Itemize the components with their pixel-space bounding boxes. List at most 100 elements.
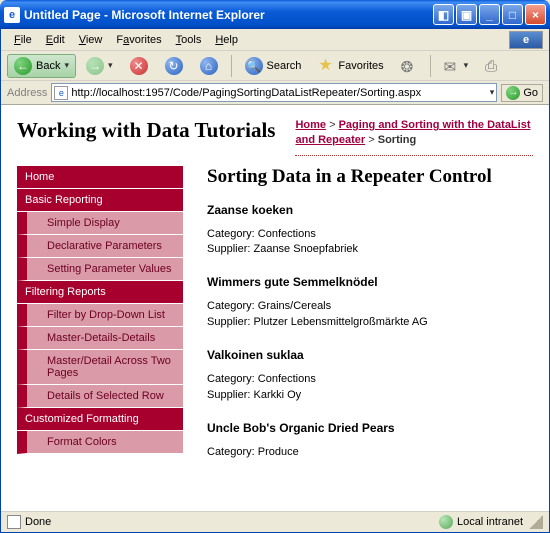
window-title: Untitled Page - Microsoft Internet Explo… [24,8,433,22]
favorites-label: Favorites [338,60,383,72]
breadcrumb-current: Sorting [378,134,417,146]
category-label: Category: [207,373,255,385]
menu-file[interactable]: File [7,32,39,48]
supplier-label: Supplier: [207,316,250,328]
page-content: Working with Data Tutorials Home > Pagin… [1,105,549,511]
address-field[interactable]: e http://localhost:1957/Code/PagingSorti… [51,83,497,102]
sidebar-item-format-colors[interactable]: Format Colors [17,431,183,454]
supplier-label: Supplier: [207,389,250,401]
status-bar: Done Local intranet [1,511,549,531]
maximize-button[interactable]: □ [502,4,523,25]
category-value: Grains/Cereals [258,300,331,312]
address-label: Address [7,87,47,99]
menu-view[interactable]: View [72,32,110,48]
go-label: Go [523,87,538,99]
sidebar-item-customized-formatting[interactable]: Customized Formatting [17,408,183,431]
category-value: Confections [258,228,316,240]
status-text: Done [25,516,51,528]
home-button[interactable]: ⌂ [193,54,225,78]
address-dropdown-icon[interactable]: ▾ [490,87,495,98]
titlebar-extra-button-1[interactable]: ◧ [433,4,454,25]
category-value: Produce [258,446,299,458]
sidebar-item-filtering-reports[interactable]: Filtering Reports [17,281,183,304]
done-icon [7,515,21,529]
refresh-button[interactable]: ↻ [158,54,190,78]
mail-button[interactable]: ✉ ▾ [437,55,476,77]
zone-icon [439,515,453,529]
breadcrumb: Home > Paging and Sorting with the DataL… [295,118,533,156]
sidebar-item-details-selected-row[interactable]: Details of Selected Row [17,385,183,408]
address-bar: Address e http://localhost:1957/Code/Pag… [1,81,549,105]
chevron-down-icon: ▾ [464,60,469,71]
category-label: Category: [207,228,255,240]
search-button[interactable]: 🔍 Search [238,54,309,78]
search-icon: 🔍 [245,57,263,75]
mail-icon: ✉ [444,58,460,74]
site-title: Working with Data Tutorials [17,118,275,156]
menu-favorites[interactable]: Favorites [109,32,168,48]
address-url: http://localhost:1957/Code/PagingSorting… [71,87,421,99]
home-icon: ⌂ [200,57,218,75]
menu-edit[interactable]: Edit [39,32,72,48]
star-icon: ★ [318,58,334,74]
refresh-icon: ↻ [165,57,183,75]
menu-help[interactable]: Help [208,32,245,48]
supplier-value: Karkki Oy [253,389,301,401]
stop-icon: ✕ [130,57,148,75]
menubar: File Edit View Favorites Tools Help e [1,29,549,51]
resize-grip[interactable] [529,515,543,529]
sidebar-item-master-details-details[interactable]: Master-Details-Details [17,327,183,350]
forward-button[interactable]: → ▾ [79,54,120,78]
go-arrow-icon: → [506,86,520,100]
stop-button[interactable]: ✕ [123,54,155,78]
toolbar: ← Back ▾ → ▾ ✕ ↻ ⌂ 🔍 Search ★ Favorites … [1,51,549,81]
sidebar-item-setting-parameter-values[interactable]: Setting Parameter Values [17,258,183,281]
product-name: Zaanse koeken [207,203,529,217]
product-item: Uncle Bob's Organic Dried Pears Category… [207,421,529,460]
sidebar-item-home[interactable]: Home [17,166,183,189]
chevron-down-icon: ▾ [108,60,113,71]
supplier-label: Supplier: [207,243,250,255]
print-button[interactable]: ⎙ [478,55,508,77]
close-button[interactable]: × [525,4,546,25]
product-name: Uncle Bob's Organic Dried Pears [207,421,529,435]
back-label: Back [36,60,60,72]
product-item: Zaanse koeken Category: Confections Supp… [207,203,529,258]
back-arrow-icon: ← [14,57,32,75]
sidebar-item-master-detail-two-pages[interactable]: Master/Detail Across Two Pages [17,350,183,385]
ie-icon: e [4,7,20,23]
titlebar-extra-button-2[interactable]: ▣ [456,4,477,25]
print-icon: ⎙ [485,58,501,74]
sidebar-item-simple-display[interactable]: Simple Display [17,212,183,235]
main-content: Sorting Data in a Repeater Control Zaans… [183,166,549,479]
product-name: Wimmers gute Semmelknödel [207,275,529,289]
page-icon: e [54,86,68,100]
sidebar-item-filter-dropdown[interactable]: Filter by Drop-Down List [17,304,183,327]
category-label: Category: [207,300,255,312]
supplier-value: Zaanse Snoepfabriek [253,243,358,255]
go-button[interactable]: → Go [501,84,543,102]
chevron-down-icon: ▾ [64,60,69,71]
sidebar-item-basic-reporting[interactable]: Basic Reporting [17,189,183,212]
product-item: Wimmers gute Semmelknödel Category: Grai… [207,275,529,330]
back-button[interactable]: ← Back ▾ [7,54,76,78]
sidebar: Home Basic Reporting Simple Display Decl… [17,166,183,479]
favorites-button[interactable]: ★ Favorites [311,55,390,77]
minimize-button[interactable]: _ [479,4,500,25]
toolbar-separator [430,55,431,77]
menu-tools[interactable]: Tools [169,32,209,48]
category-label: Category: [207,446,255,458]
ie-throbber-icon: e [509,31,543,49]
history-button[interactable]: ❂ [394,55,424,77]
search-label: Search [267,60,302,72]
page-heading: Sorting Data in a Repeater Control [207,166,529,189]
forward-arrow-icon: → [86,57,104,75]
breadcrumb-home[interactable]: Home [295,119,326,131]
supplier-value: Plutzer Lebensmittelgroßmärkte AG [253,316,427,328]
sidebar-item-declarative-parameters[interactable]: Declarative Parameters [17,235,183,258]
window-titlebar: e Untitled Page - Microsoft Internet Exp… [0,0,550,29]
product-item: Valkoinen suklaa Category: Confections S… [207,348,529,403]
category-value: Confections [258,373,316,385]
zone-text: Local intranet [457,516,523,528]
history-icon: ❂ [401,58,417,74]
